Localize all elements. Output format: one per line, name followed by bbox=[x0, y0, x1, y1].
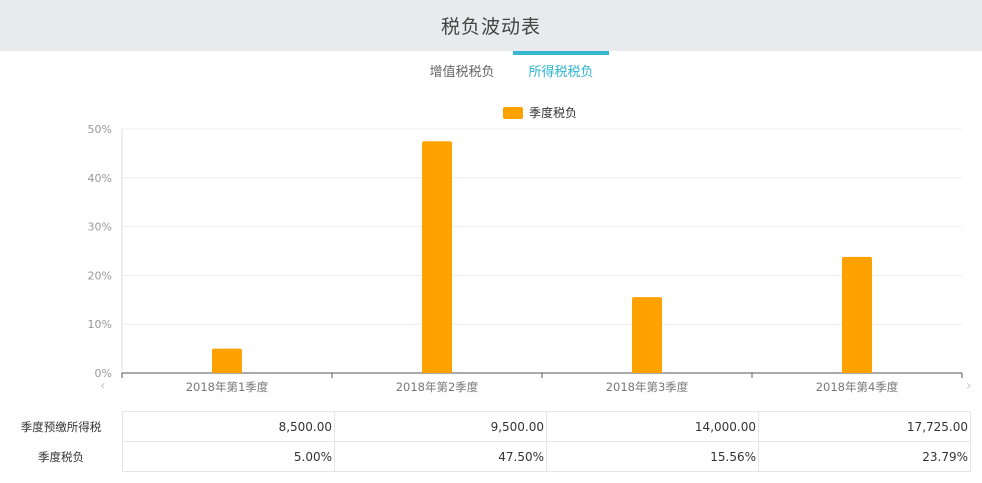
table-cell: 5.00% bbox=[122, 441, 335, 472]
y-tick-label: 10% bbox=[88, 318, 112, 331]
table-cell: 17,725.00 bbox=[758, 411, 971, 442]
table-cell: 47.50% bbox=[334, 441, 547, 472]
table-cell: 23.79% bbox=[758, 441, 971, 472]
x-tick-label: 2018年第4季度 bbox=[816, 380, 899, 394]
bar-chart: 0%10%20%30%40%50%2018年第1季度 2018年第2季度 2018年… bbox=[88, 123, 963, 394]
row-label: 季度预缴所得税 bbox=[20, 419, 102, 434]
bar bbox=[842, 256, 872, 373]
x-tick-label: 2018年第3季度 bbox=[606, 380, 689, 394]
data-table: 季度预缴所得税 8,500.00 9,500.00 14,000.00 17,7… bbox=[0, 411, 971, 472]
chevron-right-icon[interactable]: › bbox=[966, 378, 972, 394]
table-row: 季度税负 5.00% 47.50% 15.56% 23.79% bbox=[0, 441, 971, 472]
x-tick-label: 2018年第1季度 bbox=[186, 380, 269, 394]
y-tick-label: 50% bbox=[88, 123, 112, 136]
bar bbox=[212, 348, 242, 373]
y-tick-label: 20% bbox=[88, 269, 112, 282]
table-row: 季度预缴所得税 8,500.00 9,500.00 14,000.00 17,7… bbox=[0, 411, 971, 442]
table-cell: 8,500.00 bbox=[122, 411, 335, 442]
chevron-left-icon[interactable]: ‹ bbox=[100, 378, 106, 394]
bar bbox=[422, 141, 452, 373]
table-cell: 14,000.00 bbox=[546, 411, 759, 442]
x-tick-label: 2018年第2季度 bbox=[396, 380, 479, 394]
bar bbox=[632, 297, 662, 373]
table-cell: 15.56% bbox=[546, 441, 759, 472]
table-cell: 9,500.00 bbox=[334, 411, 547, 442]
y-tick-label: 40% bbox=[88, 172, 112, 185]
row-label: 季度税负 bbox=[38, 449, 84, 464]
y-tick-label: 30% bbox=[88, 221, 112, 234]
